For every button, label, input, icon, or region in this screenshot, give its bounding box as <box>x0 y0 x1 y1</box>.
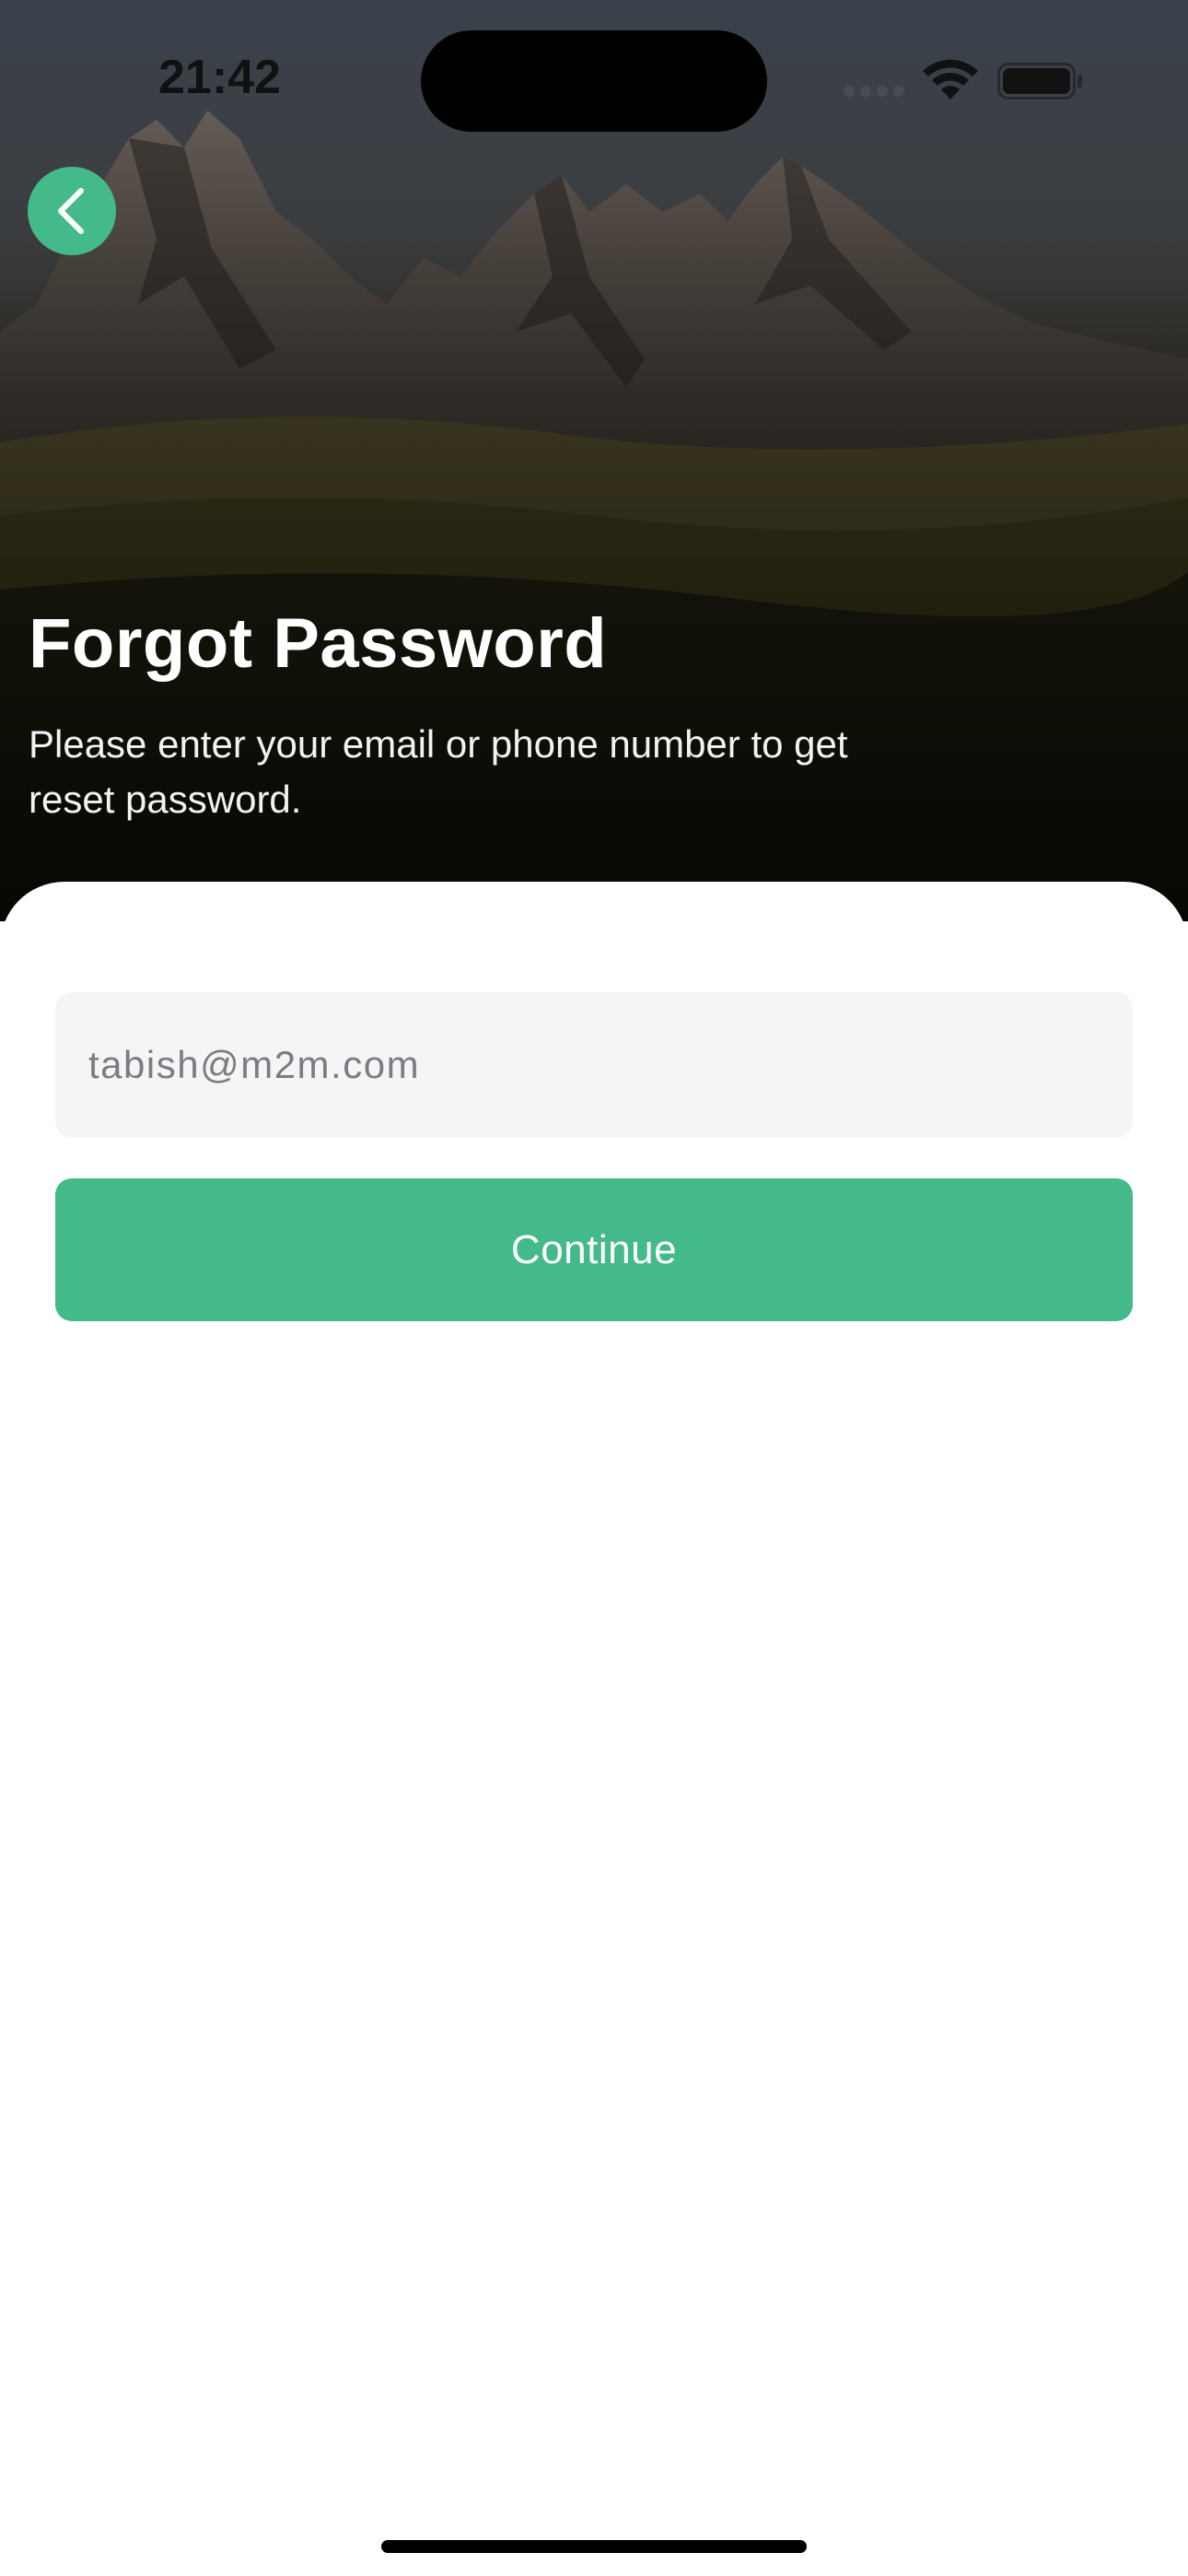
page-subtitle: Please enter your email or phone number … <box>29 722 848 821</box>
dynamic-island <box>421 30 767 132</box>
battery-icon <box>997 63 1082 100</box>
wifi-icon <box>923 59 978 100</box>
chevron-left-icon <box>58 188 84 234</box>
back-button[interactable] <box>28 167 116 255</box>
status-bar-time: 21:42 <box>158 51 281 104</box>
email-field[interactable] <box>55 992 1133 1138</box>
continue-button[interactable]: Continue <box>55 1178 1133 1321</box>
page-title: Forgot Password <box>29 604 608 683</box>
home-indicator <box>381 2540 807 2553</box>
cellular-signal-icon <box>844 86 904 97</box>
